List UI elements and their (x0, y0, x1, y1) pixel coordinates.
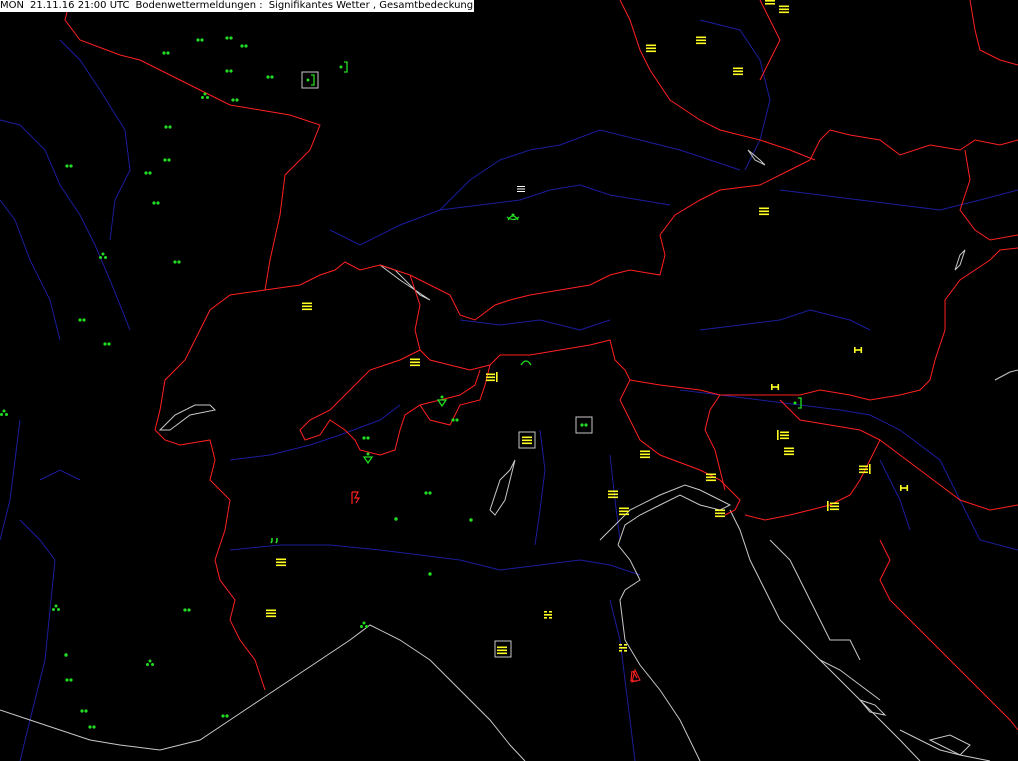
rain-icon (64, 653, 68, 657)
drizzle-icon (240, 44, 248, 48)
rain-icon (394, 517, 398, 521)
fog-icon (608, 490, 618, 499)
rain-icon (146, 659, 154, 666)
fog-icon (497, 646, 507, 655)
fog-icon (640, 450, 650, 459)
drizzle-icon (173, 260, 181, 264)
fog-icon (302, 302, 312, 311)
precip-in-sight-icon (520, 360, 532, 366)
rain-ended-icon (306, 74, 315, 86)
drizzle-icon (163, 158, 171, 162)
fog-icon (715, 509, 725, 518)
drizzle-icon (270, 538, 278, 544)
fog-icon (619, 644, 627, 652)
fog-icon (619, 507, 629, 516)
fog-icon (827, 501, 839, 511)
drizzle-icon (144, 171, 152, 175)
header-product: Bodenwettermeldungen : (135, 0, 263, 11)
drizzle-icon (424, 491, 432, 495)
fog-icon (854, 347, 863, 353)
header-datetime: 21.11.16 21:00 UTC (29, 0, 130, 11)
fog-icon (517, 186, 525, 192)
thunderstorm-icon (630, 670, 638, 682)
rain-icon (201, 92, 209, 99)
drizzle-icon (164, 125, 172, 129)
fog-icon (759, 207, 769, 216)
fog-icon (765, 0, 775, 5)
fog-icon (646, 44, 656, 53)
fog-icon (771, 384, 780, 390)
fog-icon (706, 473, 716, 482)
drizzle-icon (225, 69, 233, 73)
drizzle-icon (362, 436, 370, 440)
rain-icon (469, 518, 473, 522)
fog-icon (522, 436, 532, 445)
drizzle-icon (152, 201, 160, 205)
drizzle-icon (266, 75, 274, 79)
drizzle-icon (221, 714, 229, 718)
fog-icon (410, 358, 420, 367)
drizzle-icon (451, 418, 459, 422)
fog-icon (784, 447, 794, 456)
header-parameters: Signifikantes Wetter , Gesamtbedeckung (268, 0, 474, 11)
rain-icon (428, 572, 432, 576)
fog-icon (779, 5, 789, 14)
fog-icon (900, 485, 909, 491)
drizzle-icon (65, 164, 73, 168)
drizzle-icon (183, 608, 191, 612)
fog-icon (544, 611, 552, 619)
fog-icon (733, 67, 743, 76)
fog-icon (777, 430, 789, 440)
rain-icon (52, 604, 60, 611)
drizzle-icon (78, 318, 86, 322)
fog-icon (859, 464, 871, 474)
weather-map: MON 21.11.16 21:00 UTC Bodenwettermeldunge… (0, 0, 1018, 761)
drizzle-icon (103, 342, 111, 346)
drizzle-icon (580, 423, 588, 427)
fog-icon (266, 609, 276, 618)
map-header: MON 21.11.16 21:00 UTC Bodenwettermeldunge… (0, 0, 475, 12)
rain-ended-icon (339, 61, 348, 73)
rain-icon (99, 252, 107, 259)
drizzle-icon (88, 725, 96, 729)
rain-ended-icon (793, 397, 802, 409)
drizzle-icon (196, 38, 204, 42)
rain-icon (0, 409, 8, 416)
fog-icon (276, 558, 286, 567)
header-day: MON (0, 0, 24, 11)
rain-shower-icon (362, 452, 374, 465)
fog-icon (696, 36, 706, 45)
rain-icon (360, 621, 368, 628)
drizzle-icon (231, 98, 239, 102)
precip-in-sight-icon (506, 213, 520, 221)
fog-icon (486, 372, 498, 382)
drizzle-icon (80, 709, 88, 713)
rain-shower-icon (436, 395, 448, 408)
drizzle-icon (65, 678, 73, 682)
drizzle-icon (162, 51, 170, 55)
weather-symbols (0, 0, 909, 729)
thunderstorm-icon (351, 491, 361, 504)
drizzle-icon (225, 36, 233, 40)
